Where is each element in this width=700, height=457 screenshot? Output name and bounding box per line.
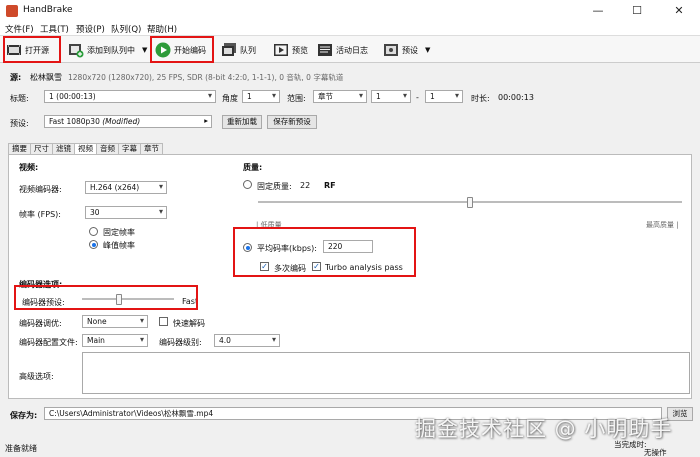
activity-log-button[interactable]: 活动日志: [317, 39, 368, 61]
advanced-options-label: 高级选项:: [19, 372, 54, 381]
preset-label: 预设:: [10, 119, 29, 128]
watermark-text: 掘金技术社区 @ 小明助手: [415, 417, 673, 441]
preset-selector[interactable]: Fast 1080p30 (Modified) ▸: [44, 115, 212, 128]
status-text: 准备就绪: [5, 444, 37, 453]
presets-icon: [384, 44, 398, 56]
add-queue-label: 添加到队列中: [87, 45, 135, 55]
tab-chapters[interactable]: 章节: [140, 143, 163, 154]
presets-button[interactable]: 预设 ▼: [383, 39, 430, 61]
constant-quality-radio[interactable]: [243, 180, 252, 189]
preview-label: 预览: [292, 45, 308, 55]
preview-icon: [274, 44, 288, 56]
presets-label: 预设: [402, 45, 418, 55]
video-encoder-select[interactable]: H.264 (x264): [85, 181, 167, 194]
framerate-select[interactable]: 30: [85, 206, 167, 219]
fast-decode-checkbox[interactable]: [159, 317, 168, 326]
title-select[interactable]: 1 (00:00:13): [44, 90, 216, 103]
encoder-level-label: 编码器级别:: [159, 338, 202, 347]
tab-strip: 摘要 尺寸 滤镜 视频 音频 字幕 章节: [8, 143, 163, 155]
queue-button[interactable]: 队列: [221, 39, 256, 61]
encoder-tune-label: 编码器调优:: [19, 319, 62, 328]
advanced-options-textarea[interactable]: [82, 352, 690, 394]
menu-presets[interactable]: 预设(P): [76, 23, 105, 35]
framerate-label: 帧率 (FPS):: [19, 210, 61, 219]
toolbar: 打开源 添加到队列中 ▼ 开始编码 队列 预览 活动日志 预设 ▼: [0, 36, 700, 63]
tab-subtitles[interactable]: 字幕: [118, 143, 141, 154]
tab-filters[interactable]: 滤镜: [52, 143, 75, 154]
menu-tools[interactable]: 工具(T): [40, 23, 69, 35]
duration-label: 时长:: [471, 94, 490, 103]
encoder-profile-label: 编码器配置文件:: [19, 338, 78, 347]
peak-framerate-label: 峰值帧率: [103, 241, 135, 250]
activity-log-label: 活动日志: [336, 45, 368, 55]
menu-file[interactable]: 文件(F): [5, 23, 34, 35]
queue-icon: [222, 43, 236, 56]
video-encoder-label: 视频编码器:: [19, 185, 62, 194]
range-end-select[interactable]: 1: [425, 90, 463, 103]
angle-select[interactable]: 1: [242, 90, 280, 103]
menu-queue[interactable]: 队列(Q): [111, 23, 141, 35]
menu-bar: 文件(F) 工具(T) 预设(P) 队列(Q) 帮助(H): [0, 22, 700, 36]
save-new-preset-button[interactable]: 保存新预设: [267, 115, 317, 129]
encoder-tune-select[interactable]: None: [82, 315, 148, 328]
minimize-button[interactable]: —: [583, 2, 613, 20]
video-section-title: 视频:: [19, 163, 39, 172]
highlight-bitrate: [233, 227, 416, 277]
close-button[interactable]: ✕: [664, 2, 694, 20]
title-bar: HandBrake — ☐ ✕: [0, 0, 700, 22]
source-name: 松林飘雪: [30, 73, 62, 82]
constant-quality-label: 固定质量:: [257, 182, 292, 191]
tab-summary[interactable]: 摘要: [8, 143, 31, 154]
preset-value: Fast 1080p30: [49, 117, 100, 126]
quality-section-title: 质量:: [243, 163, 263, 172]
preview-button[interactable]: 预览: [273, 39, 308, 61]
add-queue-icon: [69, 44, 84, 58]
peak-framerate-radio[interactable]: [89, 240, 98, 249]
encoder-profile-select[interactable]: Main: [82, 334, 148, 347]
highlight-start-encode: [150, 36, 214, 63]
encoder-level-select[interactable]: 4.0: [214, 334, 280, 347]
log-icon: [318, 44, 332, 56]
source-info: 1280x720 (1280x720), 25 FPS, SDR (8-bit …: [68, 73, 344, 82]
highlight-encoder-preset: [14, 285, 198, 310]
quality-slider-thumb[interactable]: [467, 197, 473, 208]
range-start-select[interactable]: 1: [371, 90, 411, 103]
constant-framerate-radio[interactable]: [89, 227, 98, 236]
highlight-open-source: [3, 36, 61, 63]
constant-quality-unit: RF: [324, 181, 336, 190]
duration-value: 00:00:13: [498, 93, 534, 102]
maximize-button[interactable]: ☐: [622, 2, 652, 20]
queue-label: 队列: [240, 45, 256, 55]
chevron-down-icon[interactable]: ▼: [142, 46, 147, 54]
source-label: 源:: [10, 73, 22, 82]
constant-framerate-label: 固定帧率: [103, 228, 135, 237]
tab-audio[interactable]: 音频: [96, 143, 119, 154]
fast-decode-label: 快速解码: [173, 319, 205, 328]
when-done-value[interactable]: 无操作: [644, 447, 667, 457]
save-as-label: 保存为:: [10, 411, 38, 420]
add-to-queue-button[interactable]: 添加到队列中 ▼: [68, 39, 147, 61]
angle-label: 角度: [222, 94, 238, 103]
window-title: HandBrake: [23, 5, 73, 15]
menu-help[interactable]: 帮助(H): [147, 23, 177, 35]
reload-preset-button[interactable]: 重新加载: [222, 115, 262, 129]
chevron-right-icon: ▸: [204, 116, 208, 125]
range-separator: -: [416, 93, 419, 102]
constant-quality-value: 22: [300, 181, 311, 190]
range-label: 范围:: [287, 94, 306, 103]
app-icon: [6, 5, 18, 17]
title-label: 标题:: [10, 94, 29, 103]
range-type-select[interactable]: 章节: [313, 90, 367, 103]
high-quality-label: 最高质量 |: [646, 221, 679, 229]
tab-dimensions[interactable]: 尺寸: [30, 143, 53, 154]
chevron-down-icon[interactable]: ▼: [425, 46, 430, 54]
preset-modified: (Modified): [102, 117, 141, 126]
